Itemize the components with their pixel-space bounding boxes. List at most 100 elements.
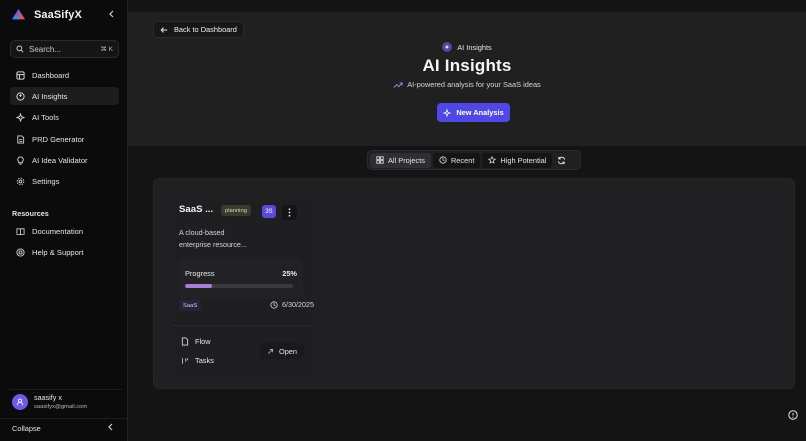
page-title: AI Insights [422,56,512,75]
book-icon [16,227,25,235]
resources-heading: Resources [12,209,49,218]
project-description: A cloud-based enterprise resource... [179,227,259,251]
sidebar-item-help-support[interactable]: Help & Support [10,243,119,261]
tasks-label: Tasks [195,356,214,365]
new-analysis-button[interactable]: New Analysis [437,103,510,122]
dashboard-icon [16,70,25,80]
description-line: A cloud-based [179,228,225,237]
page-subtitle: AI-powered analysis for your SaaS ideas [128,80,806,89]
project-title: SaaS ... [179,204,214,215]
insights-icon [16,92,25,101]
progress-label: Progress [185,269,215,278]
clock-icon [270,300,278,309]
back-to-dashboard-button[interactable]: Back to Dashboard [153,21,244,38]
projects-panel: SaaS ... planning 3S A cloud-based enter… [153,178,795,389]
subtitle-text: AI-powered analysis for your SaaS ideas [407,80,541,89]
help-circle-icon [788,410,798,420]
hero-badge-label: AI Insights [457,42,492,52]
progress-percent: 25% [282,269,297,278]
tab-label: High Potential [500,155,547,165]
sidebar-item-dashboard[interactable]: Dashboard [10,66,119,84]
sidebar-item-label: AI Idea Validator [32,156,88,166]
flow-label: Flow [195,337,211,346]
back-label: Back to Dashboard [174,25,237,34]
grid-icon [376,156,384,164]
user-email: saasifyx@gmail.com [34,404,88,410]
sidebar-item-label: Help & Support [32,247,84,257]
clock-icon [439,156,447,164]
sidebar-item-ai-tools[interactable]: AI Tools [10,109,119,127]
kebab-menu-icon [288,208,291,217]
brand-logo-icon [11,8,26,20]
project-avatar: 3S [262,205,276,218]
resources-nav: Documentation Help & Support [10,222,119,265]
brand-name: SaaSifyX [34,8,82,21]
status-badge: planning [221,205,251,216]
tasks-link[interactable]: Tasks [181,356,214,365]
flow-link[interactable]: Flow [181,337,211,346]
open-project-button[interactable]: Open [260,343,304,359]
sidebar-item-label: Dashboard [32,70,70,80]
lightbulb-icon [17,156,24,165]
description-line: enterprise resource... [179,240,247,249]
search-placeholder: Search... [29,44,62,54]
arrow-left-icon [160,26,168,33]
help-icon [16,248,25,257]
search-shortcut: ⌘ K [100,46,113,53]
progress-track [185,284,293,288]
card-divider [172,325,312,326]
refresh-icon [558,156,566,164]
file-icon [181,337,189,346]
new-analysis-label: New Analysis [456,108,504,117]
sidebar-item-label: PRD Generator [32,134,85,144]
document-icon [17,135,25,144]
help-button[interactable] [786,408,800,422]
insights-badge-icon [442,42,453,52]
refresh-button[interactable] [554,153,569,168]
progress-section: Progress 25% [179,259,303,299]
sidebar-nav: Dashboard AI Insights AI Tools PRD Gener… [10,66,119,194]
brand[interactable]: SaaSifyX [11,7,82,22]
user-name: saasify x [34,393,62,402]
sparkles-icon [16,113,25,123]
user-icon [16,398,24,405]
external-link-icon [268,348,273,354]
main-content: Back to Dashboard AI Insights AI Insight… [128,0,806,441]
search-icon [16,45,24,53]
star-icon [488,156,497,164]
sidebar-item-ai-insights[interactable]: AI Insights [10,87,119,106]
hero-badge: AI Insights [128,42,806,52]
sidebar-item-documentation[interactable]: Documentation [10,222,119,240]
project-card[interactable]: SaaS ... planning 3S A cloud-based enter… [172,197,314,379]
gear-icon [16,178,25,186]
sidebar-item-prd-generator[interactable]: PRD Generator [10,130,119,148]
tasks-icon [182,357,188,364]
sidebar-toggle-chevron-icon[interactable] [106,8,118,20]
filter-tabs: All Projects Recent High Potential [367,150,581,170]
sidebar-item-label: AI Tools [32,113,59,123]
collapse-label: Collapse [12,424,41,433]
collapse-button[interactable]: Collapse [0,418,128,438]
project-date: 6/30/2025 [270,300,314,309]
sidebar: SaaSifyX Search... ⌘ K Dashboard AI Insi… [0,0,128,441]
sidebar-item-label: Settings [32,177,60,187]
open-label: Open [278,346,298,356]
tab-high-potential[interactable]: High Potential [482,152,553,168]
hero-section: Back to Dashboard AI Insights AI Insight… [128,12,806,146]
sidebar-item-settings[interactable]: Settings [10,173,119,191]
tab-all-projects[interactable]: All Projects [370,152,431,168]
category-tag: SaaS [179,300,202,311]
sidebar-item-ai-idea-validator[interactable]: AI Idea Validator [10,152,119,170]
tab-label: Recent [450,155,475,165]
more-options-button[interactable] [282,205,297,220]
trending-up-icon [393,81,403,88]
tab-recent[interactable]: Recent [432,152,481,168]
progress-fill [185,284,212,288]
sidebar-item-label: AI Insights [32,91,68,101]
search-input[interactable]: Search... ⌘ K [10,40,119,58]
sidebar-item-label: Documentation [32,226,84,236]
user-profile[interactable]: saasify x saasifyx@gmail.com [9,389,122,411]
avatar [12,393,28,410]
tab-label: All Projects [388,155,425,165]
date-text: 6/30/2025 [282,300,314,309]
